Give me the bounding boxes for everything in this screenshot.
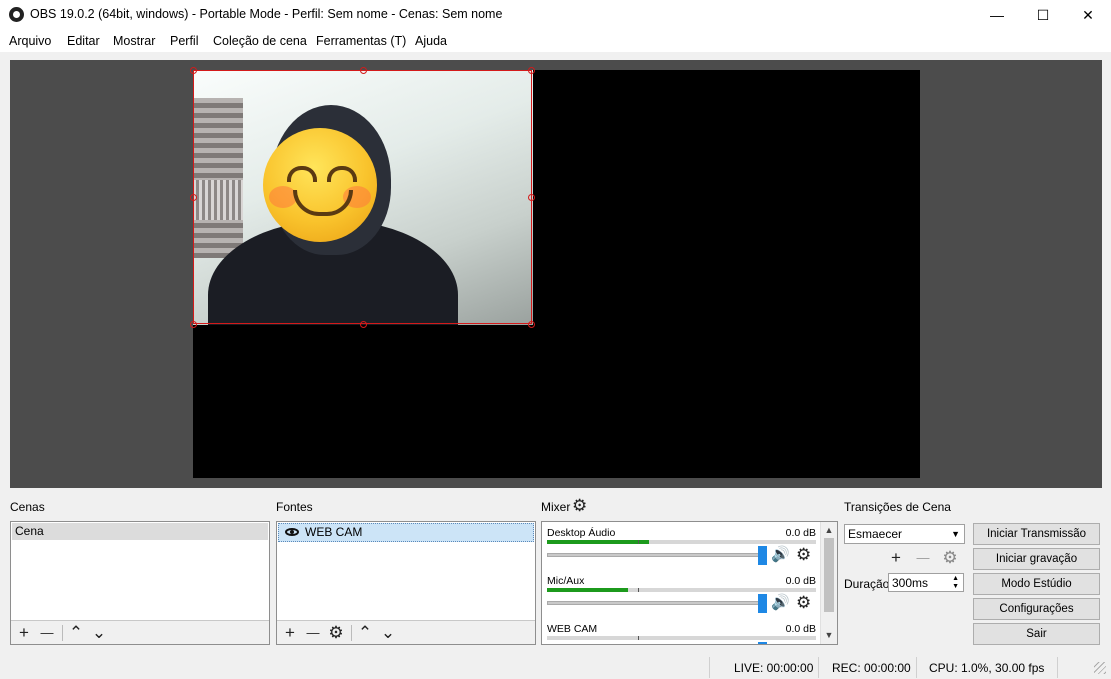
cpu-fps-status: CPU: 1.0%, 30.00 fps	[929, 661, 1045, 675]
minimize-button[interactable]: —	[974, 0, 1020, 30]
mixer-level-meter	[547, 540, 816, 544]
scenes-label: Cenas	[10, 500, 45, 514]
resize-handle-right[interactable]	[528, 194, 535, 201]
mixer-volume-slider[interactable]	[547, 553, 767, 557]
resize-handle-top[interactable]	[360, 67, 367, 74]
rec-timer: REC: 00:00:00	[832, 661, 911, 675]
sources-label: Fontes	[276, 500, 313, 514]
settings-button[interactable]: Configurações	[973, 598, 1100, 620]
close-button[interactable]: ✕	[1065, 0, 1111, 30]
transition-properties-gear-icon[interactable]: ⚙	[940, 548, 960, 568]
status-separator	[916, 657, 917, 678]
menu-ajuda[interactable]: Ajuda	[415, 34, 447, 48]
remove-scene-button[interactable]: —	[37, 623, 57, 643]
scroll-up-icon[interactable]: ▲	[821, 523, 837, 537]
menu-arquivo[interactable]: Arquivo	[9, 34, 51, 48]
mixer-volume-thumb[interactable]	[758, 642, 767, 644]
scrollbar-thumb[interactable]	[824, 538, 834, 612]
live-timer: LIVE: 00:00:00	[734, 661, 814, 675]
duration-spinbox[interactable]: 300ms ▲ ▼	[888, 573, 964, 592]
mixer-volume-thumb[interactable]	[758, 546, 767, 565]
mixer-channel-db: 0.0 dB	[785, 575, 816, 587]
channel-gear-icon[interactable]: ⚙	[796, 594, 811, 611]
maximize-button[interactable]: ☐	[1020, 0, 1066, 30]
transition-select[interactable]: Esmaecer ▼	[844, 524, 965, 544]
meter-tick	[638, 588, 640, 592]
resize-handle-left[interactable]	[190, 194, 197, 201]
mixer-level-meter	[547, 588, 816, 592]
resize-handle-top-left[interactable]	[190, 67, 197, 74]
mixer-label: Mixer	[541, 500, 571, 514]
resize-handle-bottom-left[interactable]	[190, 321, 197, 328]
exit-button[interactable]: Sair	[973, 623, 1100, 645]
source-properties-gear-icon[interactable]: ⚙	[326, 623, 346, 643]
remove-source-button[interactable]: —	[303, 623, 323, 643]
dropdown-arrow-icon: ▼	[951, 529, 960, 539]
add-scene-button[interactable]: +	[14, 623, 34, 643]
status-separator	[818, 657, 819, 678]
move-source-down-button[interactable]: ⌄	[378, 623, 398, 643]
mixer-level-fill	[547, 588, 628, 592]
mixer-channel-db: 0.0 dB	[785, 623, 816, 635]
spin-arrows-icon[interactable]: ▲ ▼	[952, 575, 959, 591]
transitions-label: Transições de Cena	[844, 500, 951, 514]
window-title: OBS 19.0.2 (64bit, windows) - Portable M…	[30, 7, 503, 21]
menu-bar: Arquivo Editar Mostrar Perfil Coleção de…	[0, 30, 1111, 52]
visibility-eye-icon[interactable]	[285, 528, 299, 536]
toolbar-separator	[351, 625, 352, 641]
scroll-down-icon[interactable]: ▼	[821, 628, 837, 642]
mixer-settings-gear-icon[interactable]: ⚙	[572, 497, 587, 514]
menu-colecao-de-cena[interactable]: Coleção de cena	[213, 34, 307, 48]
resize-handle-bottom[interactable]	[360, 321, 367, 328]
resize-handle-bottom-right[interactable]	[528, 321, 535, 328]
mute-speaker-icon[interactable]: 🔊	[771, 547, 790, 563]
add-source-button[interactable]: +	[280, 623, 300, 643]
status-separator	[709, 657, 710, 678]
source-list-item[interactable]: WEB CAM	[278, 523, 534, 542]
menu-ferramentas[interactable]: Ferramentas (T)	[316, 34, 406, 48]
sources-toolbar: + — ⚙ ⌃ ⌄	[277, 620, 535, 644]
scenes-panel: Cena + — ⌃ ⌄	[10, 521, 270, 645]
mixer-channel-db: 0.0 dB	[785, 527, 816, 539]
mixer-level-meter	[547, 636, 816, 640]
resize-handle-top-right[interactable]	[528, 67, 535, 74]
menu-mostrar[interactable]: Mostrar	[113, 34, 155, 48]
start-streaming-button[interactable]: Iniciar Transmissão	[973, 523, 1100, 545]
obs-logo-icon	[9, 7, 24, 22]
move-scene-up-button[interactable]: ⌃	[66, 623, 86, 643]
scene-list-item[interactable]: Cena	[12, 523, 268, 540]
resize-grip-icon[interactable]	[1094, 662, 1106, 674]
duration-value: 300ms	[892, 576, 929, 590]
sources-panel: WEB CAM + — ⚙ ⌃ ⌄	[276, 521, 536, 645]
channel-gear-icon[interactable]: ⚙	[796, 546, 811, 563]
scenes-toolbar: + — ⌃ ⌄	[11, 620, 269, 644]
menu-perfil[interactable]: Perfil	[170, 34, 198, 48]
meter-tick	[638, 540, 640, 544]
source-name: WEB CAM	[305, 525, 363, 539]
move-source-up-button[interactable]: ⌃	[355, 623, 375, 643]
toolbar-separator	[62, 625, 63, 641]
mixer-panel: Desktop Áudio 0.0 dB 🔊 ⚙ Mic/Aux 0.0 dB …	[541, 521, 838, 645]
mixer-channel-name: Mic/Aux	[547, 575, 585, 587]
start-recording-button[interactable]: Iniciar gravação	[973, 548, 1100, 570]
mixer-volume-slider[interactable]	[547, 601, 767, 605]
mute-speaker-icon[interactable]: 🔊	[771, 595, 790, 611]
status-separator	[1057, 657, 1058, 678]
studio-mode-button[interactable]: Modo Estúdio	[973, 573, 1100, 595]
move-scene-down-button[interactable]: ⌄	[89, 623, 109, 643]
mixer-channel-name: WEB CAM	[547, 623, 598, 635]
meter-tick	[638, 636, 640, 640]
remove-transition-button[interactable]: —	[913, 548, 933, 568]
title-bar: OBS 19.0.2 (64bit, windows) - Portable M…	[0, 0, 1111, 30]
duration-label: Duração	[844, 577, 890, 591]
mixer-volume-thumb[interactable]	[758, 594, 767, 613]
mixer-scrollbar[interactable]: ▲ ▼	[820, 522, 837, 644]
mixer-level-fill	[547, 540, 650, 544]
mixer-channel-name: Desktop Áudio	[547, 527, 616, 539]
source-selection-box[interactable]	[190, 67, 535, 328]
add-transition-button[interactable]: +	[886, 548, 906, 568]
transition-selected-value: Esmaecer	[848, 527, 903, 541]
menu-editar[interactable]: Editar	[67, 34, 100, 48]
